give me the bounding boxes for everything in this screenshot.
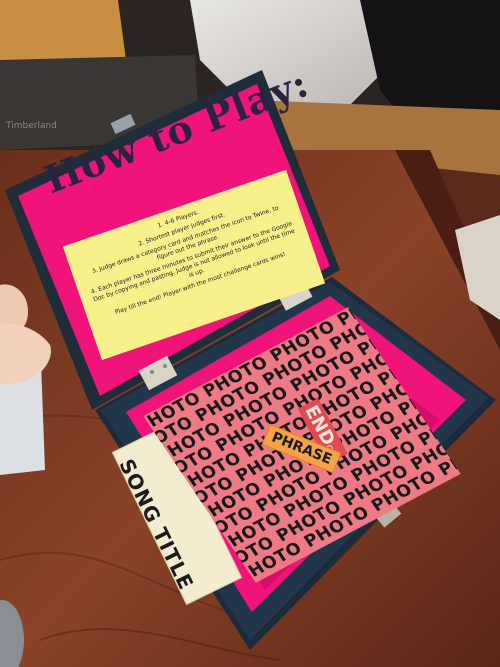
- svg-text:Timberland: Timberland: [5, 121, 57, 131]
- photo-scene: Timberland How to Play: 1. 4-6 Players. …: [0, 0, 500, 667]
